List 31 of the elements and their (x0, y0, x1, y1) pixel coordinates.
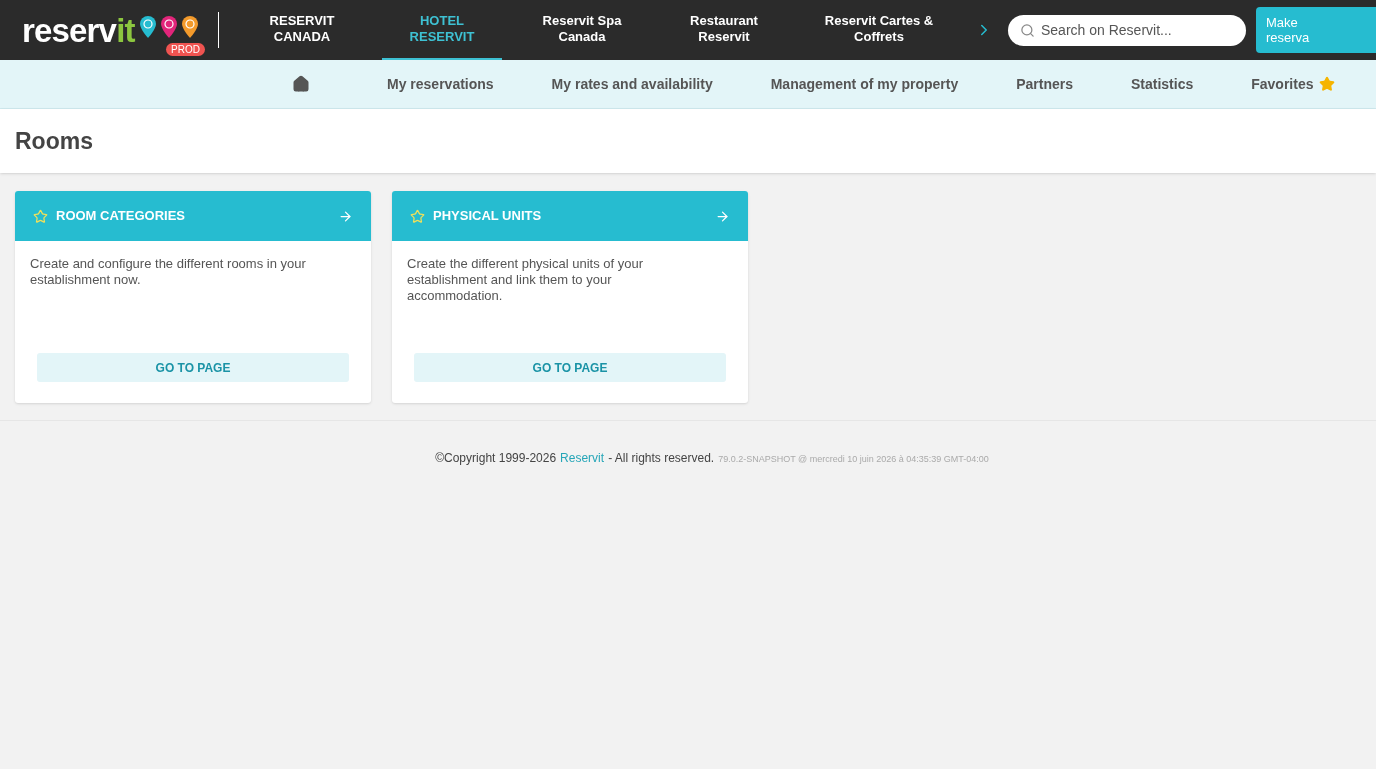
rights-text: - All rights reserved. (608, 450, 715, 467)
arrow-right-icon[interactable] (338, 208, 353, 224)
location-pin-icon (180, 15, 199, 39)
menu-item[interactable]: Partners (1016, 73, 1073, 95)
star-icon[interactable] (410, 208, 425, 224)
star-icon (1319, 76, 1336, 92)
nav-tab[interactable]: RESERVIT CANADA (240, 0, 364, 60)
favorites-menu-item[interactable]: Favorites (1251, 73, 1336, 95)
home-icon[interactable] (292, 75, 310, 93)
location-pin-icon (138, 15, 157, 39)
card-title: ROOM CATEGORIES (56, 207, 187, 226)
version-text: 79.0.2-SNAPSHOT @ mercredi 10 juin 2026 à 04:35:39 GMT-04:00 (718, 453, 989, 466)
copyright-text: ©Copyright 1999-2026 (435, 450, 557, 467)
menu-item[interactable]: My rates and availability (551, 73, 713, 95)
nav-tab[interactable]: Reservit Spa Canada (520, 0, 644, 60)
card-title: PHYSICAL UNITS (433, 207, 543, 226)
menu-item[interactable]: Statistics (1131, 73, 1194, 95)
card-description: Create the different physical units of your establishment and link them to your accommodation. (406, 255, 645, 305)
logo[interactable]: reservit (22, 13, 135, 47)
menu-item[interactable]: Management of my property (770, 73, 959, 95)
arrow-right-icon[interactable] (715, 208, 730, 224)
nav-tab[interactable]: Restaurant Reservit (662, 0, 786, 60)
card-description: Create and configure the different rooms in your establishment now. (29, 255, 307, 289)
location-pin-icon (159, 15, 178, 39)
search-icon (1020, 22, 1035, 38)
nav-tab[interactable]: Reservit Cartes & Coffrets (804, 0, 954, 60)
search-field[interactable]: Search on Reservit... (1008, 14, 1246, 46)
star-icon[interactable] (33, 208, 48, 224)
environment-badge: PROD (166, 43, 205, 56)
menu-item[interactable]: My reservations (387, 73, 494, 95)
page-title: Rooms (15, 126, 93, 156)
